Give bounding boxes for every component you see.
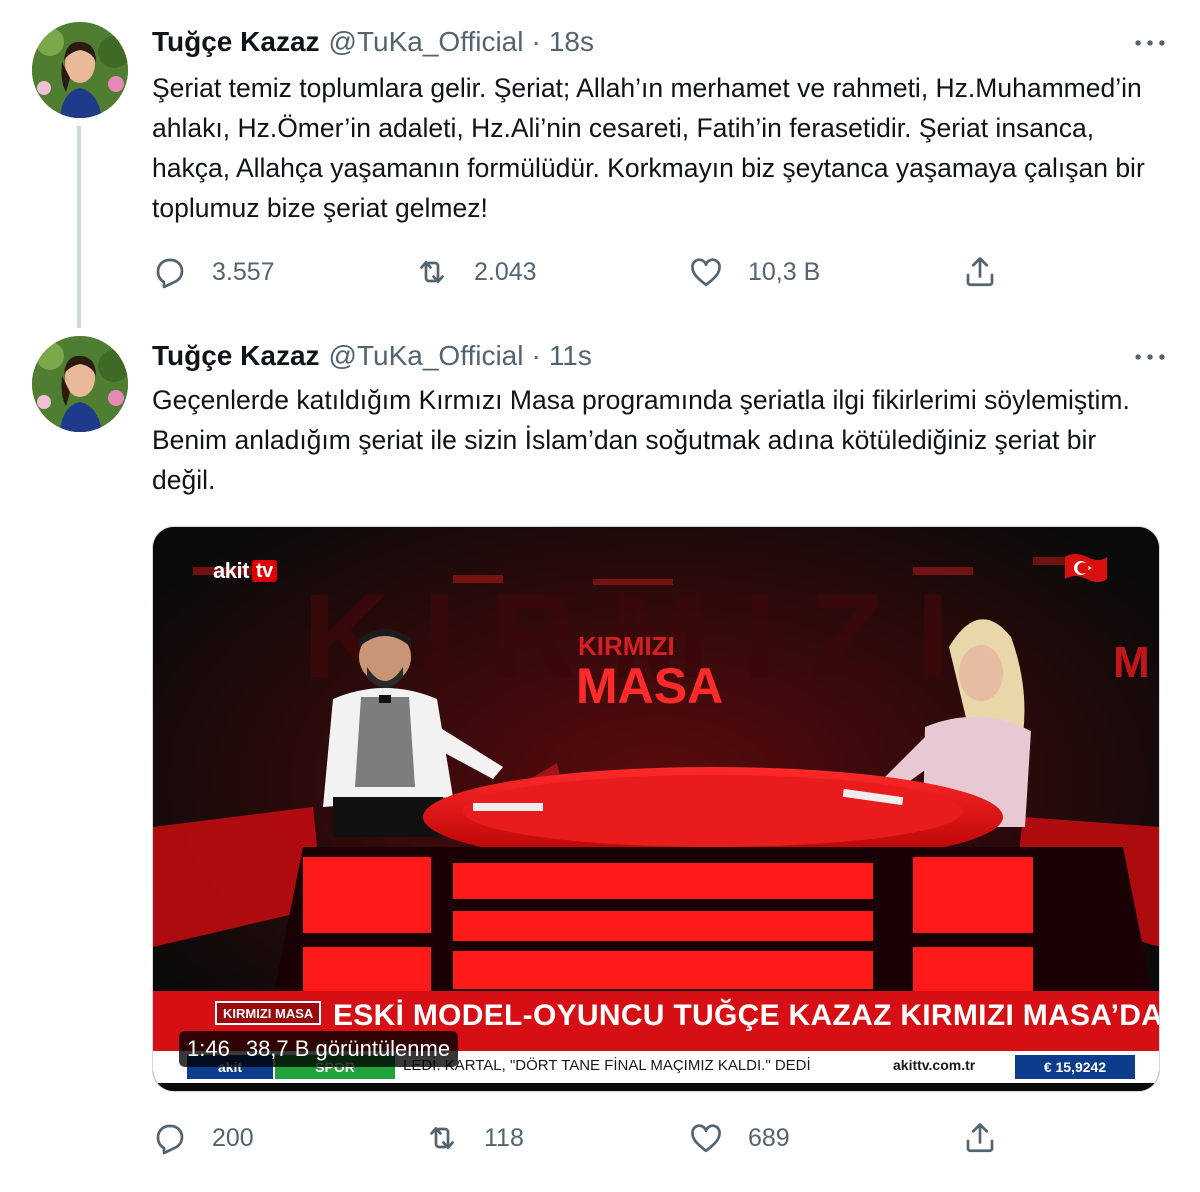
retweet-icon (420, 260, 444, 284)
avatar[interactable] (32, 336, 128, 432)
heart-icon (691, 1124, 721, 1153)
like-button[interactable]: 10,3 B (688, 252, 820, 292)
avatar-image (32, 336, 128, 432)
tweet-text: Geçenlerde katıldığım Kırmızı Masa progr… (152, 385, 1130, 495)
more-button[interactable] (1130, 342, 1170, 372)
channel-logo-text: akit (213, 558, 249, 583)
thread-line (77, 126, 81, 328)
set-sign-kirmizi: KIRMIZI (578, 631, 675, 661)
share-button[interactable] (962, 252, 998, 292)
share-icon (966, 1123, 994, 1153)
tweet-actions: 200 118 689 (152, 1118, 1012, 1158)
author-name[interactable]: Tuğçe Kazaz (152, 340, 320, 372)
retweet-button[interactable]: 2.043 (414, 252, 537, 292)
channel-logo-tv: tv (251, 560, 277, 582)
tweet-actions: 3.557 2.043 10,3 B (152, 252, 1012, 292)
channel-logo: akit tv (213, 558, 277, 583)
video-views: 38,7 B görüntülenme (245, 1036, 451, 1061)
reply-button[interactable]: 3.557 (152, 252, 275, 292)
more-icon (1135, 354, 1165, 360)
reply-count: 200 (212, 1123, 254, 1152)
share-icon (966, 257, 994, 287)
tweet-timestamp[interactable]: 18s (549, 26, 594, 58)
video-duration: 1:46 (187, 1036, 230, 1061)
retweet-count: 118 (484, 1123, 524, 1152)
video-player[interactable]: K I R M I Z I KIRMIZI MASA M akit tv KIR… (152, 526, 1160, 1092)
set-sign-masa: MASA (576, 658, 723, 714)
reply-icon (156, 1124, 184, 1155)
heart-icon (691, 258, 721, 287)
author-name[interactable]: Tuğçe Kazaz (152, 26, 320, 58)
ticker-site: akittv.com.tr (893, 1057, 976, 1073)
like-count: 10,3 B (748, 257, 821, 286)
reply-count: 3.557 (212, 257, 275, 286)
tweet-header: Tuğçe Kazaz @TuKa_Official · 18s (152, 26, 594, 60)
share-button[interactable] (962, 1118, 998, 1158)
tweet-timestamp[interactable]: 11s (549, 340, 592, 372)
svg-text:M: M (1113, 638, 1150, 687)
author-handle[interactable]: @TuKa_Official (329, 340, 524, 372)
separator-dot: · (531, 26, 541, 57)
avatar-image (32, 22, 128, 118)
tweet[interactable]: Tuğçe Kazaz @TuKa_Official · 11s Geçenle… (0, 330, 1200, 1192)
retweet-count: 2.043 (474, 257, 537, 286)
program-tag: KIRMIZI MASA (215, 1001, 322, 1025)
ticker-text: LEDİ. KARTAL, "DÖRT TANE FİNAL MAÇIMIZ K… (403, 1057, 811, 1074)
more-icon (1135, 40, 1165, 46)
author-handle[interactable]: @TuKa_Official (329, 26, 524, 58)
more-button[interactable] (1130, 28, 1170, 58)
tweet[interactable]: Tuğçe Kazaz @TuKa_Official · 18s Şeriat … (0, 0, 1200, 330)
tweet-header: Tuğçe Kazaz @TuKa_Official · 11s (152, 340, 592, 374)
like-button[interactable]: 689 (688, 1118, 790, 1158)
retweet-icon (430, 1126, 454, 1150)
tweet-text: Şeriat temiz toplumlara gelir. Şeriat; A… (152, 73, 1145, 223)
ticker-rate: € 15,9242 (1015, 1055, 1135, 1079)
video-info-badge: 1:46 38,7 B görüntülenme (179, 1031, 459, 1067)
reply-button[interactable]: 200 (152, 1118, 254, 1158)
avatar[interactable] (32, 22, 128, 118)
reply-icon (156, 258, 184, 289)
flag-icon (1065, 554, 1107, 582)
retweet-button[interactable]: 118 (424, 1118, 524, 1158)
video-headline: ESKİ MODEL-OYUNCU TUĞÇE KAZAZ KIRMIZI MA… (333, 999, 1160, 1032)
separator-dot: · (531, 340, 541, 371)
like-count: 689 (748, 1123, 790, 1152)
